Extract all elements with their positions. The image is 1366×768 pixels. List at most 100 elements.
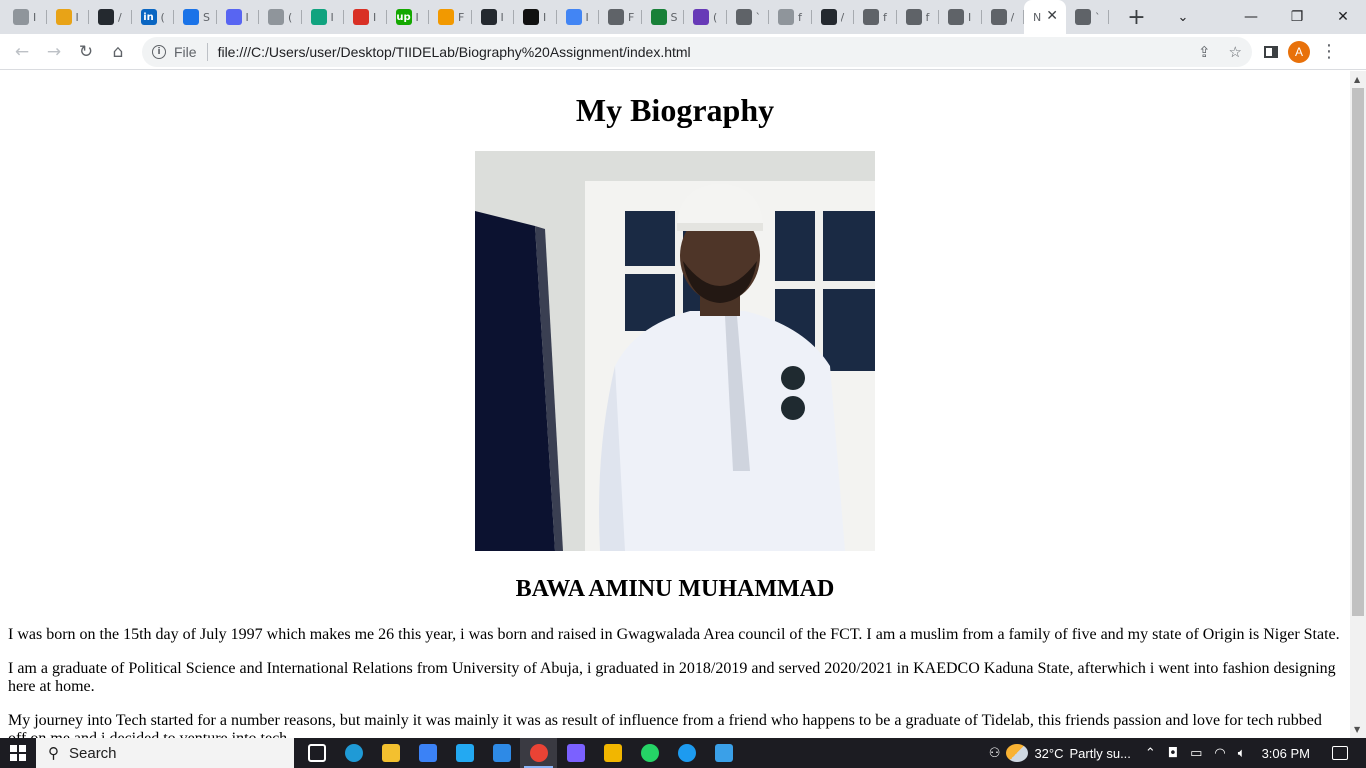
- url-text[interactable]: file:///C:/Users/user/Desktop/TIIDELab/B…: [218, 44, 691, 60]
- scrollbar-thumb[interactable]: [1352, 88, 1364, 616]
- taskbar-app-file-explorer[interactable]: [372, 738, 409, 768]
- chart-app-icon: [55, 9, 72, 25]
- github-icon: [98, 9, 114, 25]
- browser-tab[interactable]: F: [429, 0, 472, 34]
- taskbar-app-task-view[interactable]: [298, 738, 335, 768]
- vertical-scrollbar[interactable]: ▲ ▼: [1350, 71, 1366, 738]
- tab-title: I: [968, 10, 972, 24]
- file-explorer-icon: [381, 744, 400, 762]
- page-title: My Biography: [575, 92, 775, 128]
- address-bar[interactable]: i File file:///C:/Users/user/Desktop/TII…: [142, 36, 1252, 67]
- restore-icon[interactable]: ❐: [1274, 9, 1320, 25]
- browser-menu-icon[interactable]: ⋮: [1320, 41, 1338, 62]
- weather-widget[interactable]: 32°C Partly su...: [1006, 744, 1131, 762]
- globe-icon: [735, 9, 752, 25]
- taskbar-clock[interactable]: 3:06 PM: [1262, 746, 1310, 761]
- browser-tab[interactable]: F: [599, 0, 642, 34]
- scroll-down-arrow-icon[interactable]: ▼: [1354, 725, 1360, 734]
- discord-icon: [225, 9, 242, 25]
- profile-avatar[interactable]: A: [1288, 40, 1310, 63]
- taskbar-app-media[interactable]: [594, 738, 631, 768]
- browser-tab[interactable]: I: [939, 0, 982, 34]
- browser-tab[interactable]: in(: [132, 0, 175, 34]
- start-button[interactable]: [0, 738, 36, 768]
- taskbar-app-vscode[interactable]: [446, 738, 483, 768]
- tab-title: I: [373, 10, 377, 24]
- task-view-icon: [307, 744, 326, 762]
- chatgpt-icon: [310, 9, 327, 25]
- minimize-icon[interactable]: —: [1228, 9, 1274, 25]
- browser-tab[interactable]: f: [854, 0, 897, 34]
- close-window-icon[interactable]: ✕: [1320, 9, 1366, 25]
- browser-tab[interactable]: /: [89, 0, 132, 34]
- side-panel-icon[interactable]: [1264, 45, 1278, 58]
- show-hidden-icons-chevron-icon[interactable]: ⌃: [1145, 746, 1156, 761]
- globe-icon: [608, 9, 624, 25]
- browser-tab[interactable]: (: [684, 0, 727, 34]
- battery-icon[interactable]: ▭: [1190, 746, 1202, 761]
- notifications-icon[interactable]: [1332, 746, 1348, 760]
- bookmark-star-icon[interactable]: ☆: [1229, 43, 1242, 61]
- windows-taskbar: ⚲ Search ⚇ 32°C Partly su... ⌃ ◘ ▭ ◠ 🔈︎ …: [0, 738, 1366, 768]
- browser-tab[interactable]: I: [344, 0, 387, 34]
- browser-tab[interactable]: `: [727, 0, 770, 34]
- taskbar-app-app-purple[interactable]: [557, 738, 594, 768]
- taskbar-app-mail[interactable]: [483, 738, 520, 768]
- taskbar-app-whatsapp[interactable]: [631, 738, 668, 768]
- meet-icon[interactable]: ◘: [1168, 746, 1178, 761]
- home-icon[interactable]: ⌂: [102, 36, 134, 68]
- browser-tab[interactable]: I: [217, 0, 260, 34]
- browser-tab[interactable]: S: [174, 0, 217, 34]
- tab-title: F: [458, 10, 465, 24]
- browser-tab[interactable]: I: [47, 0, 90, 34]
- taskbar-app-edge[interactable]: [335, 738, 372, 768]
- store-icon: [418, 744, 437, 762]
- taskbar-app-notes[interactable]: [705, 738, 742, 768]
- volume-icon[interactable]: 🔈︎: [1238, 746, 1246, 761]
- active-browser-tab[interactable]: N ✕: [1024, 0, 1066, 34]
- new-tab-button[interactable]: +: [1123, 3, 1151, 31]
- tab-title: F: [628, 10, 635, 24]
- vscode-icon: [455, 744, 474, 762]
- browser-tab[interactable]: f: [897, 0, 940, 34]
- browser-tab[interactable]: f: [769, 0, 812, 34]
- person-name: BAWA AMINU MUHAMMAD: [515, 576, 835, 602]
- whatsapp-icon: [640, 744, 659, 762]
- upwork-icon: up: [395, 9, 412, 25]
- partly-sunny-icon: [1006, 744, 1029, 762]
- tab-search-icon[interactable]: ⌄: [1160, 10, 1206, 25]
- browser-toolbar: ← → ↻ ⌂ i File file:///C:/Users/user/Des…: [0, 34, 1366, 70]
- share-icon[interactable]: ⇪: [1198, 43, 1211, 61]
- forward-arrow-icon[interactable]: →: [38, 36, 70, 68]
- close-tab-icon[interactable]: ✕: [1046, 8, 1058, 24]
- browser-tab[interactable]: I: [302, 0, 345, 34]
- browser-tab[interactable]: S: [642, 0, 685, 34]
- tab-title: (: [288, 10, 293, 24]
- taskbar-app-twitter[interactable]: [668, 738, 705, 768]
- browser-tab[interactable]: I: [514, 0, 557, 34]
- browser-tab[interactable]: /: [812, 0, 855, 34]
- back-arrow-icon[interactable]: ←: [6, 36, 38, 68]
- wifi-icon[interactable]: ◠: [1214, 746, 1225, 761]
- globe-icon: [990, 9, 1007, 25]
- taskbar-search[interactable]: ⚲ Search: [36, 738, 294, 768]
- browser-tab[interactable]: /: [982, 0, 1025, 34]
- tab-title: I: [330, 10, 334, 24]
- green-app-icon: [650, 9, 667, 25]
- site-info-icon[interactable]: i: [152, 44, 166, 59]
- browser-tab[interactable]: up I: [387, 0, 430, 34]
- github-icon: [820, 9, 837, 25]
- browser-tab[interactable]: I: [557, 0, 600, 34]
- tab-title: `: [755, 10, 762, 24]
- browser-tab[interactable]: I: [4, 0, 47, 34]
- reload-icon[interactable]: ↻: [70, 36, 102, 68]
- search-icon: ⚲: [48, 745, 59, 762]
- browser-tab[interactable]: `: [1066, 0, 1109, 34]
- taskbar-app-store[interactable]: [409, 738, 446, 768]
- people-icon[interactable]: ⚇: [989, 746, 1001, 761]
- browser-tab[interactable]: I: [472, 0, 515, 34]
- taskbar-app-chrome[interactable]: [520, 738, 557, 768]
- tab-title: /: [1010, 10, 1015, 24]
- scroll-up-arrow-icon[interactable]: ▲: [1354, 75, 1360, 84]
- browser-tab[interactable]: (: [259, 0, 302, 34]
